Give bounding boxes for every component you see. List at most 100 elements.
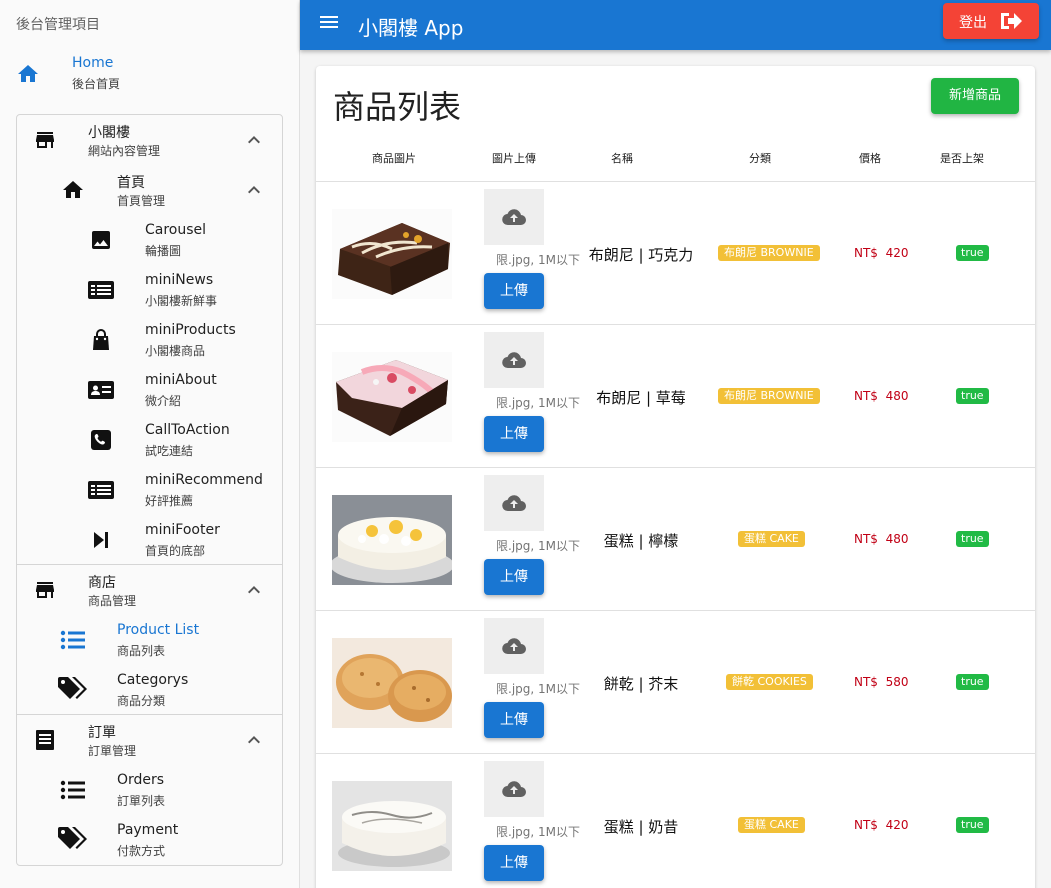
sidebar-item-home[interactable]: Home 後台首頁 <box>0 50 299 100</box>
image-upload-picker[interactable] <box>484 761 544 817</box>
logout-button[interactable]: 登出 <box>943 3 1039 39</box>
skip-next-icon <box>94 532 108 548</box>
sidebar-item-label: Carousel <box>145 222 207 238</box>
upload-hint: 限.jpg, 1M以下 <box>496 253 581 267</box>
logout-label: 登出 <box>959 15 987 31</box>
category-badge: 布朗尼 BROWNIE <box>718 245 820 261</box>
sidebar-item-label: miniRecommend <box>145 472 263 488</box>
sidebar-item-caption: 小閣樓商品 <box>145 344 206 358</box>
sidebar-group-label: 小閣樓 <box>88 125 130 141</box>
image-upload-picker[interactable] <box>484 618 544 674</box>
sidebar-group-site[interactable]: 小閣樓 網站內容管理 <box>16 116 283 166</box>
sidebar-item-caption: 後台首頁 <box>72 77 121 91</box>
status-badge: true <box>956 531 989 547</box>
sidebar-item-label: Payment <box>117 822 179 838</box>
product-name: 布朗尼 | 巧克力 <box>588 246 694 264</box>
sidebar-group-caption: 商品管理 <box>88 594 137 608</box>
sidebar-item-caption: 好評推薦 <box>145 494 194 508</box>
cloud-upload-icon <box>502 495 526 512</box>
sidebar-subgroup-label: 首頁 <box>117 175 145 191</box>
receipt-icon <box>36 730 54 750</box>
upload-button[interactable]: 上傳 <box>484 559 544 595</box>
price-currency: NT$ <box>854 532 878 546</box>
sidebar-item-miniabout[interactable]: miniAbout 微介紹 <box>16 366 283 416</box>
image-icon <box>92 231 110 249</box>
upload-button[interactable]: 上傳 <box>484 273 544 309</box>
divider <box>16 714 283 715</box>
sidebar-item-label: miniNews <box>145 272 214 288</box>
sidebar-item-minirecommend[interactable]: miniRecommend 好評推薦 <box>16 466 283 516</box>
cloud-upload-icon <box>502 638 526 655</box>
sidebar-subgroup-caption: 首頁管理 <box>117 194 166 208</box>
column-header-image: 商品圖片 <box>372 152 416 165</box>
product-image <box>332 209 452 299</box>
image-upload-picker[interactable] <box>484 475 544 531</box>
sidebar-item-calltoaction[interactable]: CallToAction 試吃連結 <box>16 416 283 466</box>
product-name: 布朗尼 | 草莓 <box>596 389 686 407</box>
price-currency: NT$ <box>854 389 878 403</box>
app-title: 小閣樓 App <box>358 16 464 40</box>
cloud-upload-icon <box>502 781 526 798</box>
product-image <box>332 352 452 442</box>
product-name: 蛋糕 | 檸檬 <box>603 532 679 550</box>
product-name: 餅乾 | 芥末 <box>603 675 679 693</box>
divider <box>16 564 283 565</box>
app-bar: 小閣樓 App 登出 <box>300 0 1051 50</box>
sidebar-item-minifooter[interactable]: miniFooter 首頁的底部 <box>16 516 283 566</box>
category-badge: 蛋糕 CAKE <box>738 817 805 833</box>
product-image <box>332 638 452 728</box>
column-header-published: 是否上架 <box>940 152 984 165</box>
category-badge: 布朗尼 BROWNIE <box>718 388 820 404</box>
sidebar-item-miniproducts[interactable]: miniProducts 小閣樓商品 <box>16 316 283 366</box>
sidebar-item-caption: 首頁的底部 <box>145 544 206 558</box>
sidebar-item-mininews[interactable]: miniNews 小閣樓新鮮事 <box>16 266 283 316</box>
sidebar-group-orders[interactable]: 訂單 訂單管理 <box>16 716 283 766</box>
table-row: 限.jpg, 1M以下 上傳 布朗尼 | 草莓 布朗尼 BROWNIE NT$ … <box>316 325 1035 468</box>
menu-icon[interactable] <box>317 10 341 34</box>
sign-out-icon <box>1001 13 1022 29</box>
sidebar-subgroup-homepage[interactable]: 首頁 首頁管理 <box>16 166 283 216</box>
price-value: 480 <box>885 389 909 403</box>
tags-icon <box>58 677 87 699</box>
image-upload-picker[interactable] <box>484 189 544 245</box>
sidebar-item-product-list[interactable]: Product List 商品列表 <box>16 616 283 666</box>
column-header-category: 分類 <box>749 152 771 165</box>
chevron-up-icon <box>248 136 260 144</box>
sidebar-item-caption: 試吃連結 <box>145 444 194 458</box>
sidebar-item-label: Home <box>72 55 114 71</box>
product-name: 蛋糕 | 奶昔 <box>603 818 679 836</box>
sidebar-item-orders[interactable]: Orders 訂單列表 <box>16 766 283 816</box>
sidebar-group-shop[interactable]: 商店 商品管理 <box>16 566 283 616</box>
chocolate-brownie-photo <box>332 209 452 299</box>
sidebar-item-caption: 輪播圖 <box>145 244 182 258</box>
price-currency: NT$ <box>854 246 878 260</box>
sidebar-item-label: CallToAction <box>145 422 230 438</box>
upload-button[interactable]: 上傳 <box>484 845 544 881</box>
upload-button[interactable]: 上傳 <box>484 702 544 738</box>
sidebar-item-caption: 訂單列表 <box>117 794 166 808</box>
milkshake-cake-photo <box>332 781 452 871</box>
cloud-upload-icon <box>502 352 526 369</box>
column-header-name: 名稱 <box>611 152 633 165</box>
product-price: NT$ 420 <box>854 818 909 832</box>
image-upload-picker[interactable] <box>484 332 544 388</box>
phone-square-icon <box>91 430 111 450</box>
price-value: 580 <box>885 675 909 689</box>
table-row: 限.jpg, 1M以下 上傳 布朗尼 | 巧克力 布朗尼 BROWNIE NT$… <box>316 182 1035 325</box>
upload-button[interactable]: 上傳 <box>484 416 544 452</box>
sidebar-item-carousel[interactable]: Carousel 輪播圖 <box>16 216 283 266</box>
status-badge: true <box>956 817 989 833</box>
sidebar-item-payment[interactable]: Payment 付款方式 <box>16 816 283 866</box>
product-image <box>332 495 452 585</box>
price-value: 420 <box>885 818 909 832</box>
product-price: NT$ 480 <box>854 389 909 403</box>
newspaper-icon <box>88 281 114 299</box>
sidebar-item-categorys[interactable]: Categorys 商品分類 <box>16 666 283 716</box>
cloud-upload-icon <box>502 209 526 226</box>
add-product-button[interactable]: 新增商品 <box>931 78 1019 114</box>
upload-hint: 限.jpg, 1M以下 <box>496 539 581 553</box>
chevron-up-icon <box>248 186 260 194</box>
home-icon <box>63 181 83 198</box>
sidebar-item-label: miniFooter <box>145 522 220 538</box>
sidebar-item-caption: 付款方式 <box>117 844 166 858</box>
